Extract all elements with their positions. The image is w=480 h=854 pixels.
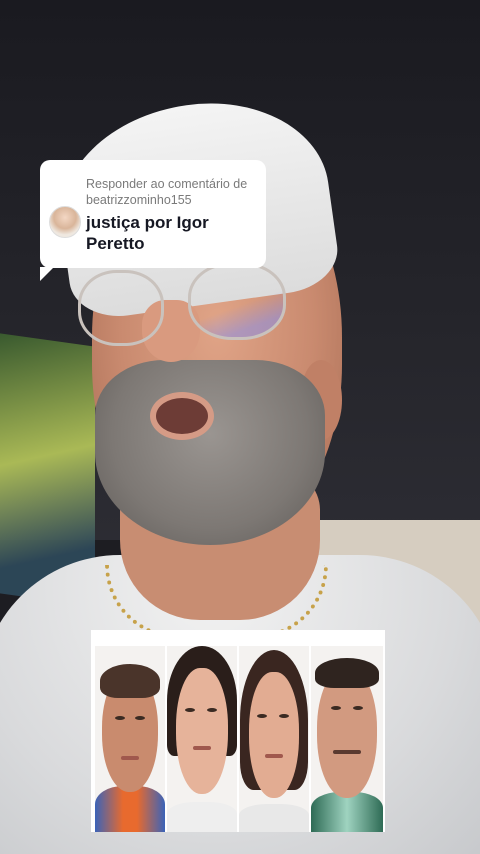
reply-comment-text: justiça por Igor Peretto (86, 213, 209, 253)
glasses-right-lens (188, 262, 286, 340)
reply-header: Responder ao comentário de beatrizzominh… (86, 177, 248, 207)
suspect-photo-1 (95, 646, 165, 832)
comment-reply-sticker[interactable]: Responder ao comentário de beatrizzominh… (40, 160, 266, 281)
mouth (150, 392, 214, 440)
glasses-left-lens (78, 270, 164, 346)
suspect-photo-3 (239, 646, 309, 832)
commenter-avatar (49, 206, 81, 238)
suspects-photo-collage (91, 630, 385, 832)
grey-beard (95, 360, 325, 545)
suspect-photo-2 (167, 646, 237, 832)
suspect-photo-4 (311, 646, 383, 832)
